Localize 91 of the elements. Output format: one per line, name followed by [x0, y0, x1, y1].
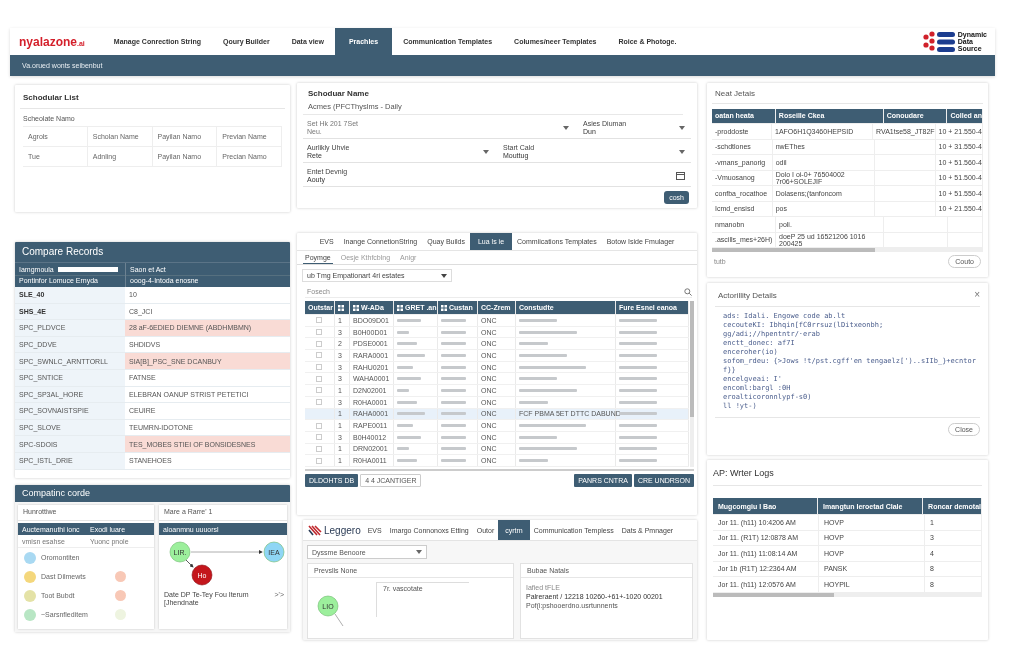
redacted-text	[619, 342, 657, 346]
panel-title: AP: Wrter Logs	[713, 467, 775, 480]
scrollbar[interactable]	[712, 248, 983, 252]
panel-title: Compatinc corde	[15, 485, 290, 502]
redacted-text	[441, 365, 467, 369]
dots-logo-icon	[921, 30, 956, 53]
checkbox[interactable]	[316, 375, 322, 382]
redacted-text	[519, 400, 548, 404]
redacted-text	[519, 447, 577, 451]
redacted-text	[441, 330, 467, 334]
redacted-text	[441, 342, 467, 346]
redacted-text	[441, 412, 467, 416]
checkbox[interactable]	[316, 422, 322, 429]
checkbox[interactable]	[316, 434, 322, 441]
redacted-text	[397, 424, 413, 428]
redacted-text	[619, 424, 657, 428]
search-icon[interactable]	[684, 287, 692, 296]
redacted-text	[441, 424, 467, 428]
redacted-text	[397, 353, 425, 357]
redacted-text	[519, 330, 577, 334]
grid-icon	[441, 304, 447, 311]
checkbox[interactable]	[316, 445, 322, 452]
redacted-text	[441, 400, 467, 404]
redacted-text	[619, 318, 657, 322]
caret-icon[interactable]	[679, 149, 685, 154]
redacted-text	[519, 377, 558, 381]
redacted-text	[519, 342, 548, 346]
caret-icon[interactable]	[563, 125, 569, 130]
checkbox[interactable]	[316, 317, 322, 324]
redacted-text	[397, 388, 409, 392]
app-logo: Leggero	[324, 524, 361, 536]
redacted-text	[397, 342, 417, 346]
redacted-text	[519, 459, 548, 463]
redacted-text	[397, 412, 425, 416]
grid-icon	[397, 304, 403, 311]
redacted-text	[397, 447, 409, 451]
redacted-text	[619, 459, 657, 463]
redacted-text	[397, 377, 421, 381]
redacted-text	[519, 365, 587, 369]
redacted-text	[619, 388, 657, 392]
redacted-text	[397, 459, 417, 463]
redacted-text	[441, 353, 467, 357]
caret-icon	[416, 550, 422, 554]
panel-title: Compare Records	[15, 242, 290, 262]
redacted-text	[519, 318, 558, 322]
redacted-text	[619, 400, 657, 404]
redacted-text	[519, 388, 577, 392]
checkbox[interactable]	[316, 399, 322, 406]
redacted-text	[619, 435, 657, 439]
redacted-text	[619, 412, 657, 416]
panel-title: Schodular List	[22, 92, 80, 104]
grid-icon	[338, 304, 344, 311]
redacted-text	[397, 365, 413, 369]
redacted-text	[441, 388, 467, 392]
redacted-text	[619, 330, 657, 334]
redacted-text	[519, 424, 587, 428]
redacted-text	[519, 353, 567, 357]
redacted-text	[441, 318, 467, 322]
grid-icon	[353, 304, 359, 311]
redacted-text	[441, 459, 467, 463]
redacted-text	[397, 318, 421, 322]
caret-icon[interactable]	[483, 149, 489, 154]
checkbox[interactable]	[316, 387, 322, 394]
redacted-text	[441, 435, 467, 439]
calendar-icon[interactable]	[676, 171, 685, 180]
checkbox[interactable]	[316, 364, 322, 371]
stripes-logo-icon	[308, 524, 322, 536]
redacted-text	[619, 377, 657, 381]
redacted-text	[397, 400, 417, 404]
scrollbar[interactable]	[305, 468, 694, 471]
checkbox[interactable]	[316, 329, 322, 336]
scrollbar[interactable]	[690, 301, 694, 467]
panel-title: Neat Jetais	[714, 88, 757, 100]
redacted-text	[441, 377, 467, 381]
dialog-title: Actorillity Details	[717, 290, 778, 302]
close-button[interactable]: ×	[974, 289, 980, 300]
redacted-text	[441, 447, 467, 451]
panel-title: Schoduar Name	[307, 88, 370, 100]
caret-icon[interactable]	[679, 125, 685, 130]
redacted-text	[397, 435, 421, 439]
redacted-text	[519, 435, 558, 439]
filter-input[interactable]	[57, 266, 118, 272]
caret-icon	[441, 273, 447, 278]
redacted-text	[619, 353, 657, 357]
redacted-text	[619, 447, 657, 451]
checkbox[interactable]	[316, 352, 322, 359]
scrollbar[interactable]	[713, 592, 982, 597]
redacted-text	[619, 365, 657, 369]
checkbox[interactable]	[316, 340, 322, 347]
redacted-text	[397, 330, 409, 334]
checkbox[interactable]	[316, 457, 322, 464]
